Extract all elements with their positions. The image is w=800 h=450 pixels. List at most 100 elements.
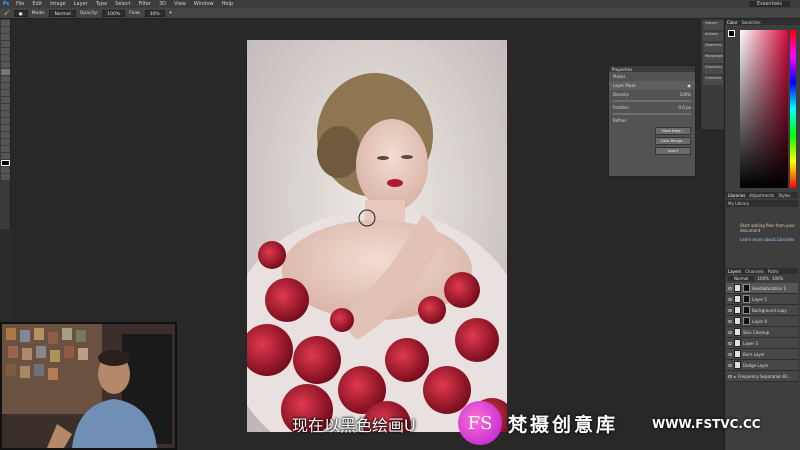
history-brush-tool-icon[interactable] [1,83,10,89]
layer-row[interactable]: Skin Cleanup [726,327,798,338]
mask-thumbnail[interactable] [743,284,750,292]
flow-field[interactable]: 30% [144,9,165,17]
mask-icon[interactable]: ▣ [687,83,691,88]
color-picker-field[interactable] [740,30,788,188]
layer-row[interactable]: Dodge Layer [726,360,798,371]
eye-icon[interactable] [728,319,732,323]
layer-row[interactable]: Background copy [726,305,798,316]
mask-thumbnail[interactable] [743,306,750,314]
menu-file[interactable]: File [12,1,28,7]
tab-libraries[interactable]: Libraries [728,193,745,198]
mask-type-label: Layer Mask [613,83,636,88]
feather-slider[interactable] [613,113,691,115]
eyedropper-tool-icon[interactable] [1,55,10,61]
library-learn-link[interactable]: Learn more about Libraries [726,235,798,244]
clone-stamp-tool-icon[interactable] [1,76,10,82]
eye-icon[interactable] [728,297,732,301]
layer-row[interactable]: Layer 5 [726,294,798,305]
opacity-field[interactable]: 100% [102,9,126,17]
history-panel-button[interactable]: History [703,21,723,30]
workspace-select[interactable]: Essentials [748,1,790,7]
document-canvas[interactable] [247,40,507,432]
quick-select-tool-icon[interactable] [1,41,10,47]
menu-layer[interactable]: Layer [70,1,92,7]
library-select[interactable]: My Library [726,200,798,207]
quick-mask-icon[interactable] [1,167,10,173]
menu-filter[interactable]: Filter [135,1,155,7]
layer-row[interactable]: Burn Layer [726,349,798,360]
invert-button[interactable]: Invert [655,147,691,155]
lasso-tool-icon[interactable] [1,34,10,40]
tab-color[interactable]: Color [727,20,737,25]
menu-3d[interactable]: 3D [155,1,170,7]
paragraph-panel-button[interactable]: Paragraph [703,54,723,63]
pen-tool-icon[interactable] [1,118,10,124]
hand-tool-icon[interactable] [1,146,10,152]
hue-slider[interactable] [790,30,796,188]
eye-icon[interactable] [728,363,732,367]
tab-channels[interactable]: Channels [745,269,764,274]
layer-name: Burn Layer [743,351,765,357]
marquee-tool-icon[interactable] [1,27,10,33]
actions-panel-button[interactable]: Actions [703,32,723,41]
eye-icon[interactable] [728,308,732,312]
crop-tool-icon[interactable] [1,48,10,54]
mask-thumbnail[interactable] [743,295,750,303]
mask-thumbnail[interactable] [743,317,750,325]
screen-mode-icon[interactable] [1,174,10,180]
menu-help[interactable]: Help [218,1,237,7]
menu-select[interactable]: Select [111,1,134,7]
blur-tool-icon[interactable] [1,104,10,110]
swatches-panel-button[interactable]: Swatches [703,43,723,52]
color-range-button[interactable]: Color Range... [655,137,691,145]
path-select-tool-icon[interactable] [1,132,10,138]
layer-row[interactable]: Layer 3 [726,338,798,349]
eye-icon[interactable] [728,330,732,334]
menu-window[interactable]: Window [190,1,218,7]
zoom-tool-icon[interactable] [1,153,10,159]
layer-row[interactable]: ▸ Frequency Separation Bl... [726,371,798,382]
character-panel-button[interactable]: Character [703,65,723,74]
eye-icon[interactable] [728,341,732,345]
eye-icon[interactable] [728,352,732,356]
brush-tool-icon[interactable] [1,69,10,75]
layer-name: Layer 5 [752,296,767,302]
mask-edge-button[interactable]: Mask Edge... [655,127,691,135]
shape-tool-icon[interactable] [1,139,10,145]
layer-opacity[interactable]: 100% [757,276,768,281]
eye-icon[interactable] [728,374,732,378]
tab-swatches[interactable]: Swatches [741,20,760,25]
type-tool-icon[interactable] [1,125,10,131]
healing-brush-tool-icon[interactable] [1,62,10,68]
layer-row[interactable]: Hue/Saturation 1 [726,283,798,294]
airbrush-icon[interactable]: ✈ [169,11,173,16]
brush-tool-icon[interactable]: 🖌 [4,11,10,16]
layer-fill[interactable]: 100% [772,276,783,281]
menu-image[interactable]: Image [46,1,70,7]
feather-value[interactable]: 0.0 px [678,105,691,110]
layer-name: Frequency Separation Bl... [738,373,791,379]
eraser-tool-icon[interactable] [1,90,10,96]
tab-paths[interactable]: Paths [768,269,779,274]
tab-adjustments[interactable]: Adjustments [749,193,774,198]
tab-layers[interactable]: Layers [728,269,741,274]
move-tool-icon[interactable] [1,20,10,26]
mode-select[interactable]: Normal [49,9,76,17]
density-value[interactable]: 100% [680,92,691,97]
gradient-tool-icon[interactable] [1,97,10,103]
density-slider[interactable] [613,100,691,102]
channels-panel-button[interactable]: Channels [703,76,723,85]
blend-mode-select[interactable]: Normal [728,276,755,281]
layer-name: Skin Cleanup [743,329,770,335]
brush-preset-picker[interactable]: ● [13,9,28,17]
menu-type[interactable]: Type [92,1,111,7]
menu-edit[interactable]: Edit [28,1,46,7]
dodge-tool-icon[interactable] [1,111,10,117]
foreground-color-swatch[interactable] [1,160,10,166]
layer-row[interactable]: Layer 4 [726,316,798,327]
foreground-color-chip[interactable] [728,30,735,37]
menu-view[interactable]: View [170,1,190,7]
eye-icon[interactable] [728,286,732,290]
layer-thumbnail [734,339,741,347]
tab-styles[interactable]: Styles [778,193,790,198]
